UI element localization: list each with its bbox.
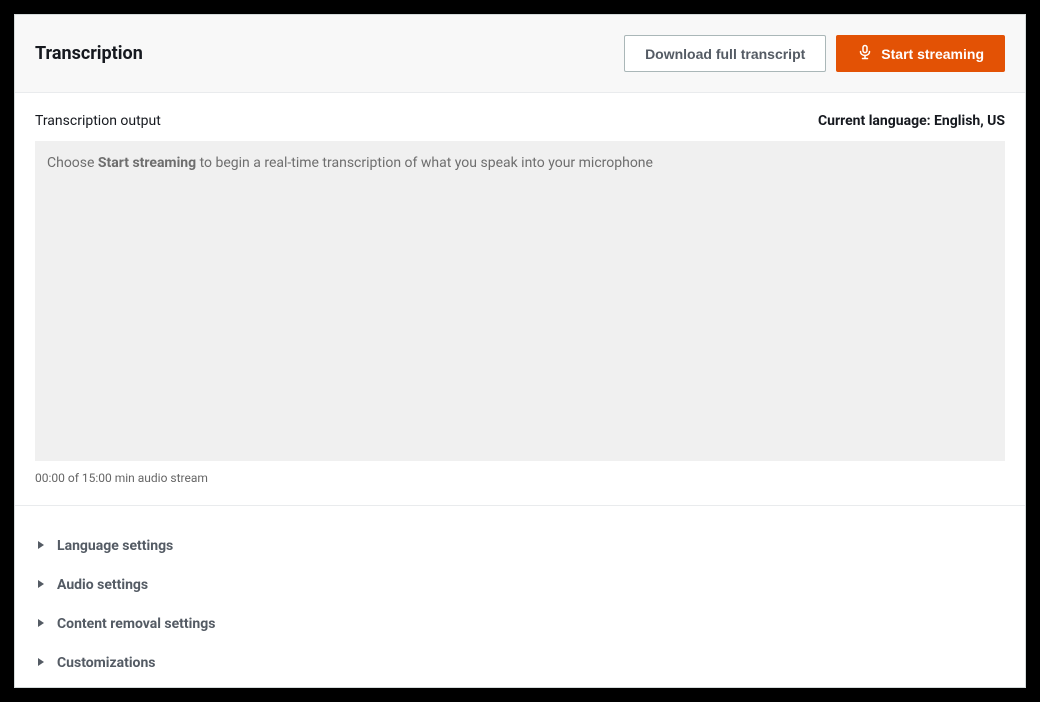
setting-label: Language settings (57, 538, 173, 554)
language-settings-toggle[interactable]: Language settings (35, 526, 1005, 565)
setting-label: Content removal settings (57, 616, 215, 632)
output-label: Transcription output (35, 113, 161, 129)
chevron-right-icon (35, 614, 47, 633)
hint-prefix: Choose (47, 155, 98, 171)
output-header: Transcription output Current language: E… (35, 113, 1005, 129)
transcription-panel: Transcription Download full transcript S… (14, 14, 1026, 688)
page-title: Transcription (35, 43, 143, 64)
hint-suffix: to begin a real-time transcription of wh… (196, 155, 653, 171)
header-actions: Download full transcript Start streaming (624, 35, 1005, 72)
download-label: Download full transcript (645, 46, 805, 62)
panel-content: Transcription output Current language: E… (15, 93, 1025, 702)
transcription-output: Choose Start streaming to begin a real-t… (35, 141, 1005, 461)
setting-label: Customizations (57, 655, 155, 671)
customizations-toggle[interactable]: Customizations (35, 643, 1005, 682)
start-label: Start streaming (881, 46, 984, 62)
panel-header: Transcription Download full transcript S… (15, 15, 1025, 93)
current-language: Current language: English, US (818, 113, 1005, 129)
start-streaming-button[interactable]: Start streaming (836, 35, 1005, 72)
download-transcript-button[interactable]: Download full transcript (624, 35, 826, 72)
content-removal-settings-toggle[interactable]: Content removal settings (35, 604, 1005, 643)
settings-sections: Language settings Audio settings Content… (35, 506, 1005, 682)
microphone-icon (857, 44, 873, 63)
stream-timer: 00:00 of 15:00 min audio stream (35, 471, 1005, 485)
hint-bold: Start streaming (98, 155, 196, 171)
setting-label: Audio settings (57, 577, 148, 593)
audio-settings-toggle[interactable]: Audio settings (35, 565, 1005, 604)
chevron-right-icon (35, 653, 47, 672)
chevron-right-icon (35, 536, 47, 555)
chevron-right-icon (35, 575, 47, 594)
